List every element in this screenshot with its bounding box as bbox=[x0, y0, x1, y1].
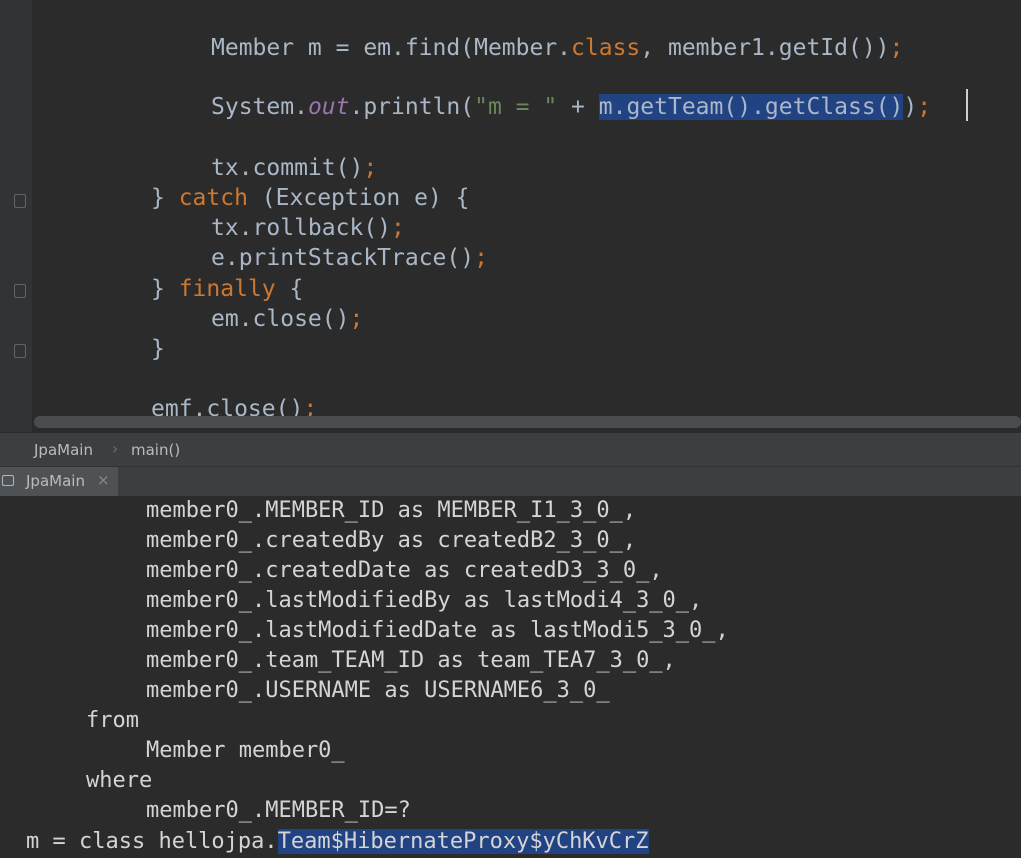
text-cursor bbox=[966, 89, 968, 121]
run-tool-window-tabs: JpaMain × bbox=[0, 466, 1021, 496]
fold-marker-icon[interactable] bbox=[14, 344, 26, 358]
code-line-commit[interactable]: tx.commit(); bbox=[211, 153, 377, 183]
console-line: from bbox=[86, 708, 139, 733]
console-line: member0_.createdDate as createdD3_3_0_, bbox=[146, 558, 663, 583]
console-result-line: m = class hellojpa.Team$HibernateProxy$y… bbox=[26, 829, 649, 854]
tab-run-jpamain[interactable]: JpaMain × bbox=[0, 467, 118, 496]
code-editor[interactable]: Member m = em.find(Member.class, member1… bbox=[0, 0, 1021, 432]
console-line: member0_.team_TEAM_ID as team_TEA7_3_0_, bbox=[146, 648, 676, 673]
breadcrumb-item-method[interactable]: main() bbox=[131, 441, 180, 459]
close-icon[interactable]: × bbox=[97, 471, 110, 489]
code-line-println[interactable]: System.out.println("m = " + m.getTeam().… bbox=[211, 92, 931, 122]
horizontal-scrollbar[interactable] bbox=[34, 416, 1021, 428]
console-line: member0_.lastModifiedBy as lastModi4_3_0… bbox=[146, 588, 703, 613]
code-line-catch[interactable]: } catch (Exception e) { bbox=[151, 183, 470, 213]
selected-output: Team$HibernateProxy$yChKvCrZ bbox=[277, 829, 649, 854]
breadcrumb: JpaMain › main() bbox=[0, 432, 1021, 466]
console-line: member0_.createdBy as createdB2_3_0_, bbox=[146, 528, 637, 553]
code-line-rollback[interactable]: tx.rollback(); bbox=[211, 213, 405, 243]
tab-label: JpaMain bbox=[26, 472, 85, 490]
console-line: where bbox=[86, 768, 153, 793]
console-line: member0_.lastModifiedDate as lastModi5_3… bbox=[146, 618, 729, 643]
console-line: member0_.MEMBER_ID as MEMBER_I1_3_0_, bbox=[146, 498, 637, 523]
editor-gutter bbox=[0, 0, 32, 432]
code-line-print-stack-trace[interactable]: e.printStackTrace(); bbox=[211, 243, 488, 273]
console-output[interactable]: member0_.MEMBER_ID as MEMBER_I1_3_0_, me… bbox=[0, 496, 1021, 858]
console-icon bbox=[2, 475, 14, 486]
code-line-closing-brace[interactable]: } bbox=[151, 334, 165, 364]
code-line-em-close[interactable]: em.close(); bbox=[211, 304, 363, 334]
code-line-member-find[interactable]: Member m = em.find(Member.class, member1… bbox=[211, 33, 903, 63]
console-line: Member member0_ bbox=[146, 738, 345, 763]
fold-marker-icon[interactable] bbox=[14, 284, 26, 298]
breadcrumb-item-class[interactable]: JpaMain bbox=[34, 441, 93, 459]
fold-marker-icon[interactable] bbox=[14, 194, 26, 208]
console-line: member0_.MEMBER_ID=? bbox=[146, 798, 411, 823]
console-line: member0_.USERNAME as USERNAME6_3_0_ bbox=[146, 678, 610, 703]
selected-code: m.getTeam().getClass() bbox=[598, 94, 904, 120]
code-line-finally[interactable]: } finally { bbox=[151, 274, 303, 304]
breadcrumb-separator: › bbox=[112, 439, 119, 458]
